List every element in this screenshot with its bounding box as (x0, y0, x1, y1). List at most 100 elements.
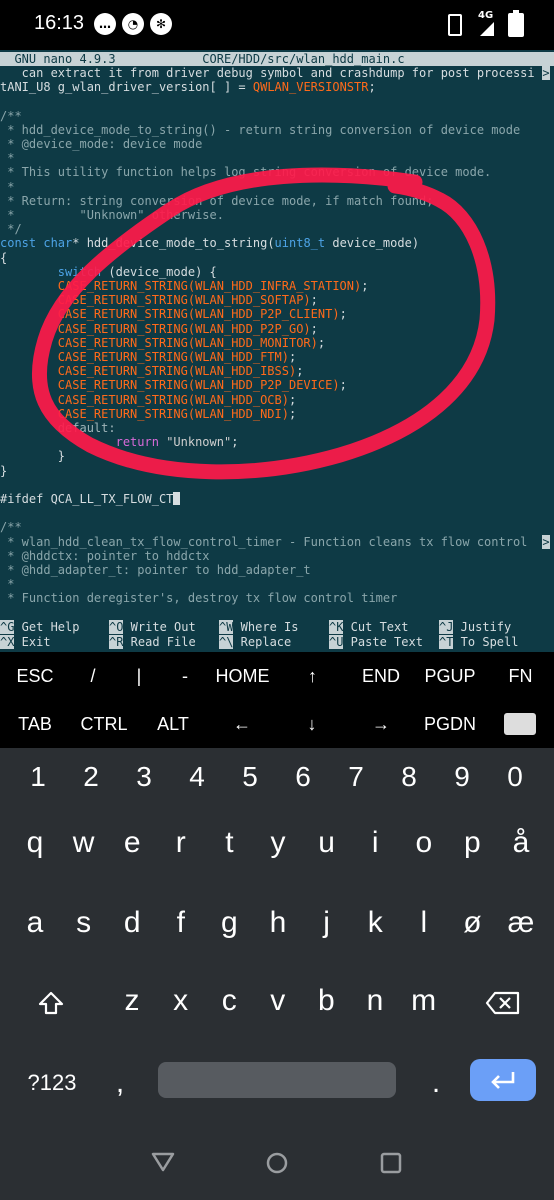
letter-key[interactable]: g (205, 898, 253, 948)
enter-key[interactable] (470, 1059, 536, 1101)
help-item: ^W Where Is (219, 620, 329, 634)
letter-key[interactable]: s (60, 898, 108, 948)
help-item: ^J Justify (439, 620, 549, 634)
extra-key[interactable]: ← (210, 700, 274, 748)
extra-key[interactable]: PGUP (415, 652, 485, 700)
extra-key[interactable]: ↓ (284, 700, 340, 748)
letter-key[interactable]: r (157, 818, 205, 868)
help-shortcut: ^\ (219, 634, 234, 649)
letter-key[interactable]: p (448, 818, 496, 868)
number-key[interactable]: 0 (489, 752, 541, 802)
extra-key[interactable]: → (348, 700, 414, 748)
backspace-key[interactable] (478, 980, 528, 1026)
help-item: ^G Get Help (0, 620, 110, 634)
extra-key[interactable]: ESC (0, 652, 70, 700)
help-shortcut: ^X (0, 634, 15, 649)
extra-key[interactable]: FN (487, 652, 554, 700)
code-line: /** (0, 108, 22, 123)
code-line: * wlan_hdd_clean_tx_flow_control_timer -… (0, 534, 550, 549)
help-shortcut: ^U (329, 634, 344, 649)
letter-key[interactable]: z (108, 976, 156, 1026)
letter-key[interactable]: w (60, 818, 108, 868)
letter-key[interactable]: m (400, 976, 448, 1026)
code-line: CASE_RETURN_STRING(WLAN_HDD_IBSS); (57, 364, 304, 379)
letter-key[interactable]: e (108, 818, 156, 868)
letter-key[interactable]: n (351, 976, 399, 1026)
recents-icon[interactable] (378, 1150, 404, 1176)
letter-key[interactable]: k (351, 898, 399, 948)
code-line: * "Unknown" otherwise. (0, 208, 224, 222)
nano-title-bar: GNU nano 4.9.3 CORE/HDD/src/wlan_hdd_mai… (0, 52, 554, 66)
help-item: ^X Exit (0, 634, 110, 649)
symbols-key[interactable]: ?123 (14, 1058, 90, 1108)
code-line: * (0, 577, 15, 592)
letter-key[interactable]: t (205, 818, 253, 868)
extra-key[interactable]: END (345, 652, 417, 700)
number-key[interactable]: 2 (65, 752, 117, 802)
letter-key[interactable]: y (254, 818, 302, 868)
letter-key[interactable]: l (400, 898, 448, 948)
keyboard-icon[interactable] (486, 700, 554, 748)
code-line: * (0, 179, 15, 194)
code-line: } (0, 449, 66, 464)
letter-key[interactable]: j (303, 898, 351, 948)
letter-key[interactable]: u (303, 818, 351, 868)
line-overflow-marker: > (542, 534, 550, 549)
help-item: ^T To Spell (439, 634, 549, 649)
code-line: { (0, 250, 8, 265)
number-key[interactable]: 7 (330, 752, 382, 802)
number-key[interactable]: 3 (118, 752, 170, 802)
extra-key[interactable]: TAB (0, 700, 70, 748)
shift-icon (38, 991, 64, 1015)
extra-key[interactable]: CTRL (70, 700, 138, 748)
shift-key[interactable] (28, 980, 74, 1026)
code-line: * @hdd_adapter_t: pointer to hdd_adapter… (0, 563, 311, 577)
code-line: * @device_mode: device mode (0, 137, 203, 151)
vibrate-icon (448, 14, 462, 36)
extra-key[interactable]: HOME (200, 652, 285, 700)
help-item: ^K Cut Text (329, 620, 439, 634)
letter-key[interactable]: ø (448, 898, 496, 948)
letter-key[interactable]: å (497, 818, 545, 868)
letter-key[interactable]: i (351, 818, 399, 868)
extra-key[interactable]: PGDN (414, 700, 486, 748)
code-line: * (0, 151, 15, 166)
extra-key[interactable]: ALT (140, 700, 206, 748)
back-icon[interactable] (150, 1150, 176, 1174)
letter-key[interactable]: f (157, 898, 205, 948)
letter-key[interactable]: b (302, 976, 350, 1026)
number-key[interactable]: 1 (12, 752, 64, 802)
terminal-view[interactable]: GNU nano 4.9.3 CORE/HDD/src/wlan_hdd_mai… (0, 50, 554, 652)
number-key[interactable]: 9 (436, 752, 488, 802)
extra-key[interactable]: ↑ (285, 652, 340, 700)
letter-key[interactable]: x (157, 976, 205, 1026)
number-key[interactable]: 4 (171, 752, 223, 802)
code-line: #ifdef QCA_LL_TX_FLOW_CT (0, 492, 554, 506)
code-line: * Return: string conversion of device mo… (0, 193, 434, 208)
letter-key[interactable]: d (108, 898, 156, 948)
number-key[interactable]: 8 (383, 752, 435, 802)
space-bar[interactable] (158, 1062, 396, 1098)
help-shortcut: ^G (0, 620, 15, 634)
help-label: Replace (233, 634, 292, 649)
letter-key[interactable]: a (11, 898, 59, 948)
letter-key[interactable]: q (11, 818, 59, 868)
letter-key[interactable]: v (254, 976, 302, 1026)
letter-key[interactable]: æ (497, 898, 545, 948)
letter-key[interactable]: c (205, 976, 253, 1026)
number-key[interactable]: 5 (224, 752, 276, 802)
code-line: default: (57, 421, 116, 435)
code-line: * @hddctx: pointer to hddctx (0, 548, 210, 563)
period-key[interactable]: . (414, 1058, 458, 1108)
line-overflow-marker: > (542, 66, 550, 80)
letter-key[interactable]: o (400, 818, 448, 868)
help-shortcut: ^W (219, 620, 234, 634)
comma-key[interactable]: , (98, 1058, 142, 1108)
network-type: 4G (478, 10, 494, 21)
number-key[interactable]: 6 (277, 752, 329, 802)
code-line: CASE_RETURN_STRING(WLAN_HDD_NDI); (57, 406, 297, 421)
home-icon[interactable] (264, 1150, 290, 1176)
code-line: CASE_RETURN_STRING(WLAN_HDD_MONITOR); (57, 335, 326, 350)
letter-key[interactable]: h (254, 898, 302, 948)
